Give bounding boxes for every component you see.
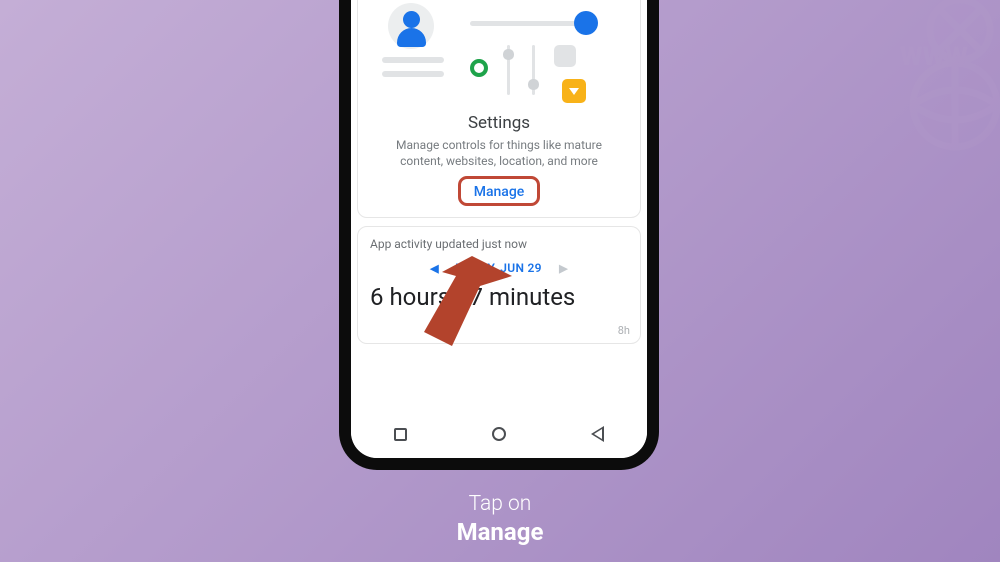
total-screen-time: 6 hours 37 minutes — [370, 283, 628, 311]
settings-card: Settings Manage controls for things like… — [357, 0, 641, 218]
decorative-watermark: WWW — [840, 0, 1000, 160]
android-nav-bar — [351, 410, 647, 458]
date-next-button: ▶ — [545, 262, 582, 275]
settings-illustration — [370, 1, 628, 111]
back-button[interactable] — [591, 426, 604, 442]
date-navigator: ◀ TODAY, JUN 29 ▶ — [370, 261, 628, 275]
chart-axis-max: 8h — [618, 324, 630, 337]
activity-card: App activity updated just now ◀ TODAY, J… — [357, 226, 641, 344]
instruction-caption: Tap on Manage — [0, 492, 1000, 546]
activity-status-text: App activity updated just now — [370, 237, 628, 251]
phone-frame: Settings Manage controls for things like… — [339, 0, 659, 470]
date-prev-button[interactable]: ◀ — [416, 262, 453, 275]
home-button[interactable] — [492, 427, 506, 441]
settings-title: Settings — [370, 113, 628, 133]
overview-button[interactable] — [394, 428, 407, 441]
instruction-line2: Manage — [0, 518, 1000, 546]
instruction-line1: Tap on — [0, 492, 1000, 516]
date-label[interactable]: TODAY, JUN 29 — [456, 261, 542, 275]
phone-screen: Settings Manage controls for things like… — [351, 0, 647, 410]
manage-button[interactable]: Manage — [460, 179, 539, 205]
settings-description: Manage controls for things like mature c… — [370, 137, 628, 169]
svg-text:WWW: WWW — [900, 42, 968, 72]
